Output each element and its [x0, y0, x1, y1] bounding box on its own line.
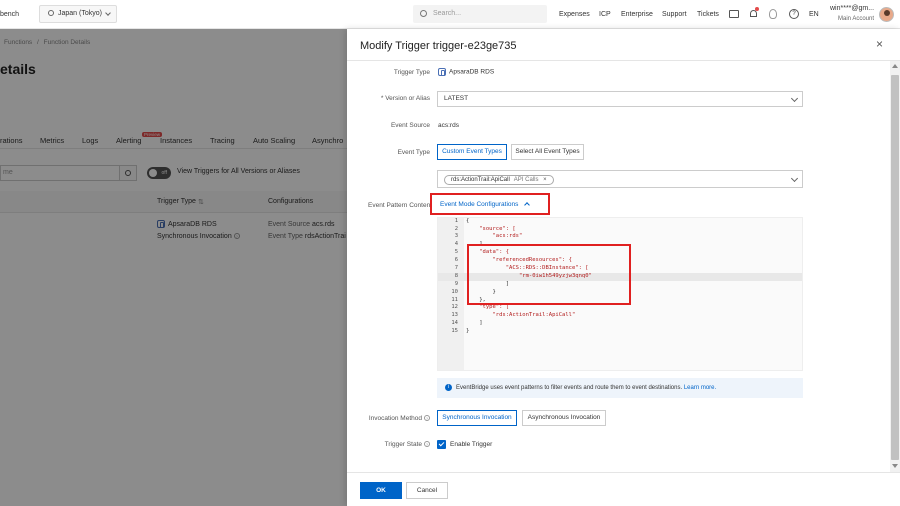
event-types-select[interactable]: rds:ActionTrail:ApiCall API Calls ×	[437, 170, 803, 188]
info-notice: i EventBridge uses event patterns to fil…	[437, 378, 803, 398]
trigger-type-label: Trigger Type	[393, 69, 430, 76]
scroll-thumb[interactable]	[891, 75, 899, 460]
scrollbar[interactable]	[890, 61, 900, 472]
highlight-box-data	[467, 244, 631, 305]
cancel-button[interactable]: Cancel	[406, 482, 448, 499]
help-circle-icon[interactable]: ?	[424, 441, 430, 448]
modal-overlay[interactable]	[0, 29, 347, 506]
trigger-state-label: Trigger State	[384, 441, 422, 448]
scroll-up-icon[interactable]	[892, 64, 898, 68]
avatar[interactable]	[879, 7, 894, 22]
event-mode-configurations-tab[interactable]: Event Mode Configurations	[440, 201, 531, 208]
info-icon: i	[445, 384, 452, 391]
mail-icon[interactable]	[729, 10, 739, 18]
workbench-link[interactable]: bench	[0, 0, 19, 29]
region-label: Japan (Tokyo)	[58, 10, 102, 17]
event-type-tag: rds:ActionTrail:ApiCall API Calls ×	[444, 175, 554, 185]
chevron-down-icon	[790, 174, 799, 183]
info-text: EventBridge uses event patterns to filte…	[456, 385, 683, 391]
enable-trigger-checkbox[interactable]	[437, 440, 446, 449]
learn-more-link[interactable]: Learn more.	[684, 385, 716, 391]
ok-button[interactable]: OK	[360, 482, 402, 499]
version-select[interactable]: LATEST	[437, 91, 803, 107]
synchronous-invocation-button[interactable]: Synchronous Invocation	[437, 410, 517, 426]
search-icon	[420, 10, 427, 17]
expenses-link[interactable]: Expenses	[559, 0, 590, 29]
account-type: Main Account	[838, 16, 875, 22]
enterprise-link[interactable]: Enterprise	[621, 0, 653, 29]
rds-icon	[438, 68, 446, 76]
asynchronous-invocation-button[interactable]: Asynchronous Invocation	[522, 410, 606, 426]
top-bar: bench Japan (Tokyo) Search... Expenses I…	[0, 0, 900, 29]
language-switch[interactable]: EN	[809, 0, 819, 29]
search-placeholder: Search...	[433, 10, 462, 17]
user-name[interactable]: win****@gm...	[830, 4, 874, 14]
event-source-value: acs:rds	[438, 122, 459, 129]
tickets-link[interactable]: Tickets	[697, 0, 719, 29]
custom-event-types-button[interactable]: Custom Event Types	[437, 144, 507, 160]
version-value: LATEST	[444, 95, 469, 102]
icp-link[interactable]: ICP	[599, 0, 611, 29]
lightbulb-icon[interactable]	[769, 9, 777, 19]
chevron-down-icon	[790, 94, 799, 103]
trigger-type-value: ApsaraDB RDS	[449, 68, 495, 76]
chevron-up-icon	[524, 202, 531, 208]
drawer-title: Modify Trigger trigger-e23ge735	[360, 40, 517, 52]
support-link[interactable]: Support	[662, 0, 687, 29]
close-icon[interactable]: ×	[876, 38, 883, 50]
event-source-label: Event Source	[390, 122, 430, 129]
version-label: * Version or Alias	[380, 95, 430, 102]
close-icon[interactable]: ×	[543, 177, 547, 183]
help-circle-icon[interactable]: ?	[424, 415, 430, 422]
event-type-label: Event Type	[397, 149, 430, 156]
modify-trigger-drawer: Modify Trigger trigger-e23ge735 × Trigge…	[347, 29, 900, 506]
chevron-down-icon	[105, 10, 111, 16]
select-all-event-types-button[interactable]: Select All Event Types	[511, 144, 584, 160]
invocation-label: Invocation Method	[368, 415, 422, 422]
help-icon[interactable]: ?	[789, 9, 799, 19]
pattern-label: Event Pattern Content	[368, 202, 432, 209]
enable-trigger-label[interactable]: Enable Trigger	[450, 441, 492, 448]
globe-icon	[48, 10, 54, 17]
global-search-input[interactable]: Search...	[413, 5, 547, 23]
scroll-down-icon[interactable]	[892, 464, 898, 468]
bell-icon[interactable]	[749, 7, 759, 19]
region-selector[interactable]: Japan (Tokyo)	[39, 5, 117, 23]
